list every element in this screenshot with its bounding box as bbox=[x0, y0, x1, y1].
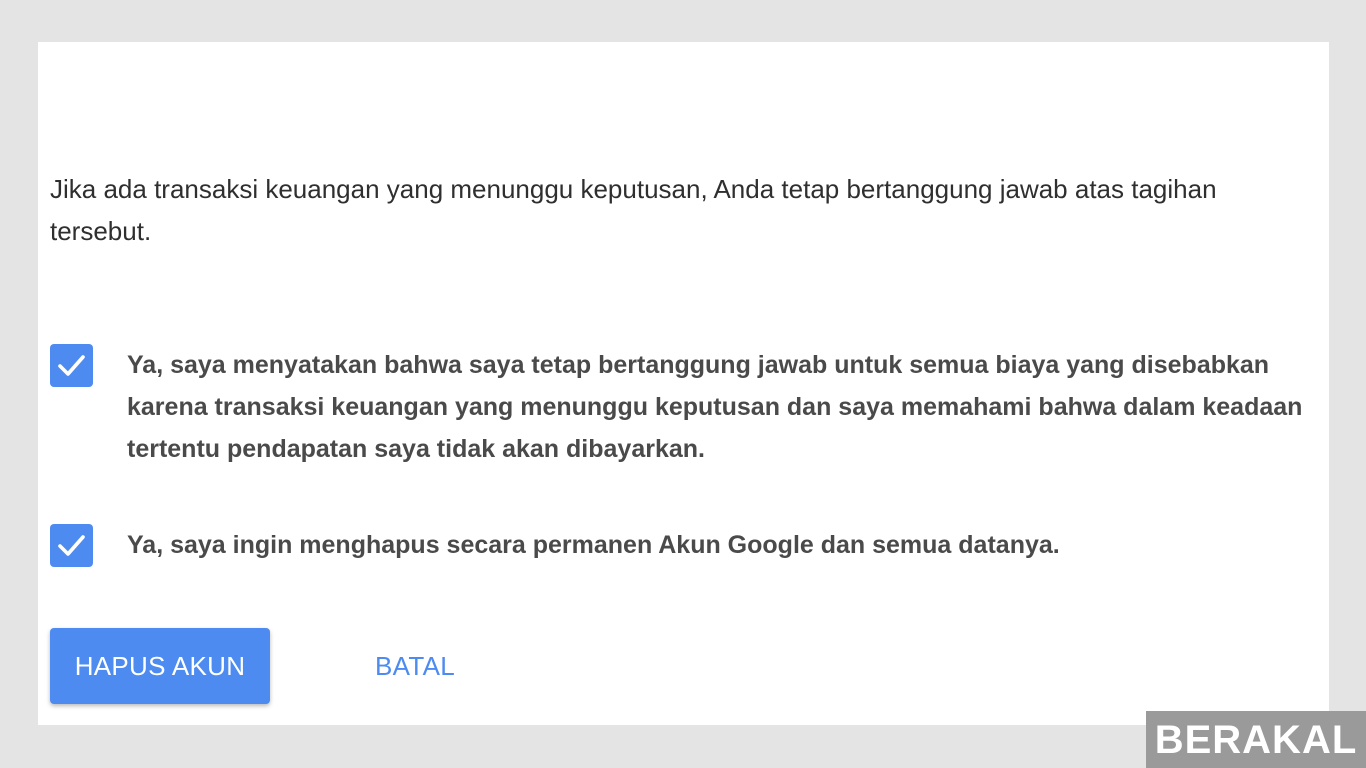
delete-account-dialog: Jika ada transaksi keuangan yang menungg… bbox=[38, 42, 1329, 725]
watermark-text: BERAKAL bbox=[1154, 717, 1358, 762]
delete-confirm-checkbox[interactable] bbox=[50, 524, 93, 567]
check-icon bbox=[58, 355, 85, 376]
cancel-button[interactable]: BATAL bbox=[358, 628, 472, 704]
delete-confirm-label[interactable]: Ya, saya ingin menghapus secara permanen… bbox=[127, 524, 1327, 566]
financial-responsibility-label[interactable]: Ya, saya menyatakan bahwa saya tetap ber… bbox=[127, 344, 1327, 470]
check-icon bbox=[58, 535, 85, 556]
intro-text: Jika ada transaksi keuangan yang menungg… bbox=[50, 174, 1217, 246]
financial-responsibility-checkbox[interactable] bbox=[50, 344, 93, 387]
watermark: BERAKAL bbox=[1146, 711, 1366, 768]
delete-account-button[interactable]: HAPUS AKUN bbox=[50, 628, 270, 704]
